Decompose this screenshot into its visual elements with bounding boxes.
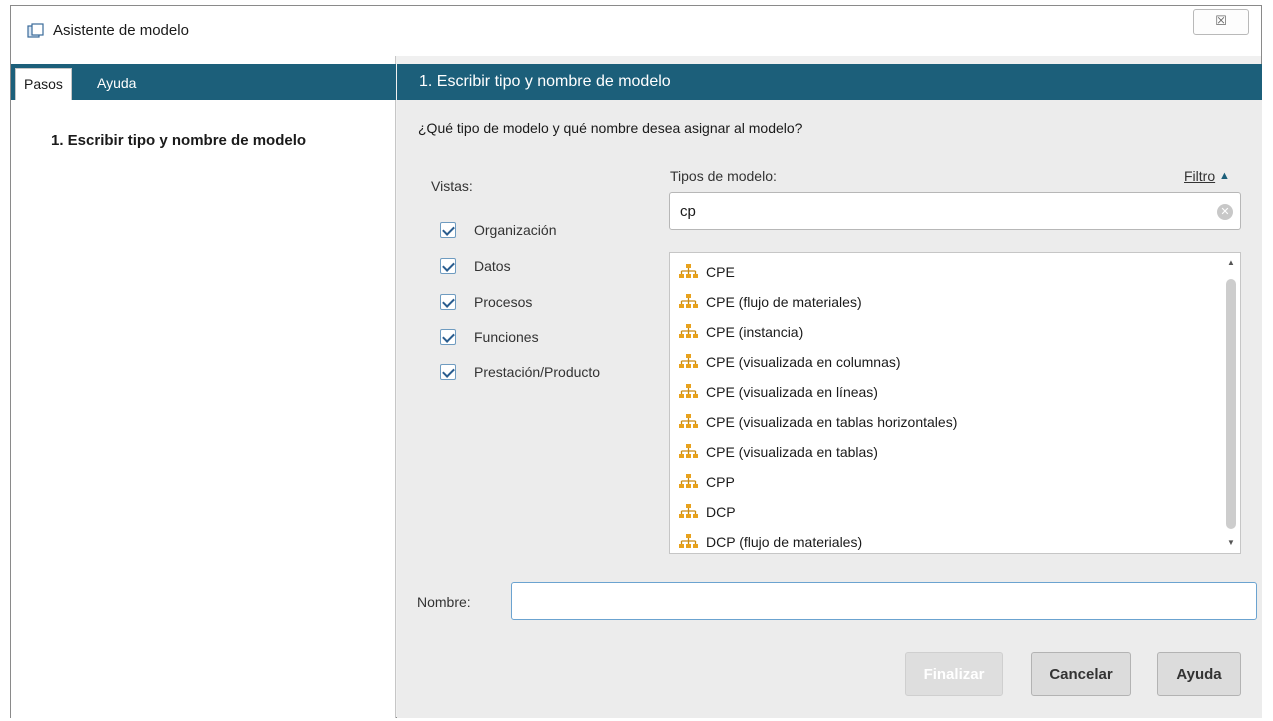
step-item-1[interactable]: 1. Escribir tipo y nombre de modelo	[51, 132, 306, 149]
hierarchy-icon	[679, 504, 698, 518]
list-item-label: CPE	[706, 264, 735, 280]
step-header: 1. Escribir tipo y nombre de modelo	[397, 64, 1262, 100]
list-item-label: CPE (visualizada en tablas horizontales)	[706, 414, 958, 430]
list-item[interactable]: CPE (flujo de materiales)	[678, 288, 862, 316]
close-button[interactable]: ☒	[1193, 9, 1249, 35]
clear-search-icon[interactable]: ✕	[1217, 204, 1233, 220]
list-item-label: CPE (visualizada en columnas)	[706, 354, 901, 370]
list-item-label: DCP (flujo de materiales)	[706, 534, 863, 550]
view-label-funciones: Funciones	[474, 329, 539, 345]
list-item[interactable]: CPE	[678, 258, 735, 286]
scroll-down-arrow-icon[interactable]: ▼	[1224, 537, 1238, 549]
hierarchy-icon	[679, 354, 698, 368]
checkbox-checked-icon[interactable]	[440, 294, 456, 310]
model-types-label: Tipos de modelo:	[670, 168, 777, 184]
model-type-search-input[interactable]	[669, 192, 1241, 230]
list-item[interactable]: CPE (visualizada en tablas horizontales)	[678, 408, 957, 436]
hierarchy-icon	[679, 414, 698, 428]
caret-up-icon[interactable]: ▲	[1219, 170, 1230, 182]
tab-pasos[interactable]: Pasos	[15, 68, 72, 100]
model-wizard-dialog: Asistente de modelo ☒ Pasos Ayuda 1. Esc…	[10, 5, 1262, 718]
hierarchy-icon	[679, 534, 698, 548]
list-item-label: CPE (flujo de materiales)	[706, 294, 862, 310]
list-item-label: DCP	[706, 504, 736, 520]
list-item[interactable]: CPE (visualizada en columnas)	[678, 348, 901, 376]
finish-button[interactable]: Finalizar	[905, 652, 1003, 696]
list-item-label: CPE (instancia)	[706, 324, 804, 340]
help-button[interactable]: Ayuda	[1157, 652, 1241, 696]
steps-panel: Pasos Ayuda 1. Escribir tipo y nombre de…	[11, 56, 396, 718]
left-tabstrip: Pasos Ayuda	[11, 64, 396, 100]
view-label-prestacion-producto: Prestación/Producto	[474, 364, 601, 380]
filter-link[interactable]: Filtro	[1184, 168, 1215, 184]
views-label: Vistas:	[431, 178, 473, 194]
view-label-procesos: Procesos	[474, 294, 533, 310]
step-content: ¿Qué tipo de modelo y qué nombre desea a…	[397, 100, 1262, 718]
hierarchy-icon	[679, 474, 698, 488]
list-item[interactable]: CPP	[678, 468, 735, 496]
view-label-datos: Datos	[474, 258, 511, 274]
model-types-list[interactable]: CPE CPE (flujo de materiales) CPE (insta…	[669, 252, 1241, 554]
view-label-organizacion: Organización	[474, 222, 557, 238]
title-bar: Asistente de modelo ☒	[11, 6, 1261, 56]
list-item[interactable]: CPE (visualizada en tablas)	[678, 438, 878, 466]
checkbox-checked-icon[interactable]	[440, 364, 456, 380]
list-item-label: CPP	[706, 474, 735, 490]
list-item-label: CPE (visualizada en tablas)	[706, 444, 878, 460]
window-title: Asistente de modelo	[53, 22, 189, 39]
question-text: ¿Qué tipo de modelo y qué nombre desea a…	[418, 120, 803, 136]
view-checkbox-procesos[interactable]: Procesos	[440, 290, 532, 314]
view-checkbox-organizacion[interactable]: Organización	[440, 218, 557, 242]
model-name-input[interactable]	[511, 582, 1257, 620]
tab-ayuda[interactable]: Ayuda	[89, 68, 144, 100]
window-icon	[27, 23, 44, 38]
checkbox-checked-icon[interactable]	[440, 222, 456, 238]
cancel-button[interactable]: Cancelar	[1031, 652, 1131, 696]
name-label: Nombre:	[417, 594, 471, 610]
checkbox-checked-icon[interactable]	[440, 258, 456, 274]
view-checkbox-prestacion-producto[interactable]: Prestación/Producto	[440, 360, 600, 384]
list-item[interactable]: DCP	[678, 498, 736, 526]
hierarchy-icon	[679, 294, 698, 308]
checkbox-checked-icon[interactable]	[440, 329, 456, 345]
view-checkbox-datos[interactable]: Datos	[440, 254, 511, 278]
hierarchy-icon	[679, 324, 698, 338]
list-item[interactable]: CPE (instancia)	[678, 318, 803, 346]
list-item[interactable]: CPE (visualizada en líneas)	[678, 378, 878, 406]
scrollbar-thumb[interactable]	[1226, 279, 1236, 529]
hierarchy-icon	[679, 444, 698, 458]
list-item-label: CPE (visualizada en líneas)	[706, 384, 878, 400]
hierarchy-icon	[679, 264, 698, 278]
scroll-up-arrow-icon[interactable]: ▲	[1224, 257, 1238, 269]
hierarchy-icon	[679, 384, 698, 398]
list-item[interactable]: DCP (flujo de materiales)	[678, 528, 863, 553]
view-checkbox-funciones[interactable]: Funciones	[440, 325, 539, 349]
